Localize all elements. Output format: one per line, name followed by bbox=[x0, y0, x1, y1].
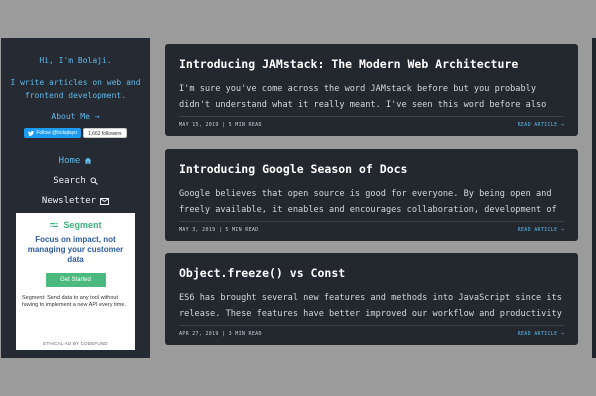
article-card[interactable]: Object.freeze() vs Const ES6 has brought… bbox=[165, 253, 578, 345]
divider bbox=[179, 325, 564, 326]
divider bbox=[179, 116, 564, 117]
home-icon bbox=[84, 157, 92, 164]
sidebar-nav: Home Search Newsletter bbox=[1, 151, 150, 211]
segment-logo-icon bbox=[50, 222, 59, 228]
about-me-link[interactable]: About Me → bbox=[1, 112, 150, 121]
read-article-link[interactable]: READ ARTICLE → bbox=[518, 227, 564, 233]
bio: I write articles on web and frontend dev… bbox=[10, 78, 141, 100]
divider bbox=[179, 221, 564, 222]
twitter-icon bbox=[28, 130, 35, 136]
nav-label-home: Home bbox=[58, 155, 81, 166]
article-date-readtime: MAY 3, 2019 | 5 MIN READ bbox=[179, 227, 259, 233]
article-excerpt: Google believes that open source is good… bbox=[179, 189, 557, 215]
article-date-readtime: MAY 15, 2019 | 5 MIN READ bbox=[179, 122, 262, 128]
ad-headline: Focus on impact, not managing your custo… bbox=[27, 235, 124, 264]
segment-logo: Segment bbox=[22, 220, 129, 230]
ad-body: Segment: Send data to any tool without h… bbox=[22, 295, 126, 308]
article-date-readtime: APR 27, 2019 | 3 MIN READ bbox=[179, 331, 262, 337]
article-title[interactable]: Introducing JAMstack: The Modern Web Arc… bbox=[179, 57, 564, 71]
intro: Hi, I'm Bolaji. I write articles on web … bbox=[1, 38, 150, 102]
sidebar: Hi, I'm Bolaji. I write articles on web … bbox=[1, 38, 150, 358]
article-excerpt: I'm sure you've come across the word JAM… bbox=[179, 84, 547, 110]
scrollbar[interactable] bbox=[592, 38, 596, 358]
nav-item-home[interactable]: Home bbox=[1, 151, 150, 171]
nav-item-newsletter[interactable]: Newsletter bbox=[1, 191, 150, 211]
article-read-time: 3 MIN READ bbox=[228, 331, 262, 337]
nav-label-search: Search bbox=[53, 175, 86, 186]
mail-icon bbox=[100, 197, 110, 205]
article-excerpt: ES6 has brought several new features and… bbox=[179, 293, 562, 319]
article-read-time: 5 MIN READ bbox=[228, 122, 262, 128]
article-meta: APR 27, 2019 | 3 MIN READ READ ARTICLE → bbox=[179, 331, 564, 337]
nav-item-search[interactable]: Search bbox=[1, 171, 150, 191]
read-article-link[interactable]: READ ARTICLE → bbox=[518, 331, 564, 337]
nav-label-newsletter: Newsletter bbox=[41, 195, 97, 206]
article-meta: MAY 3, 2019 | 5 MIN READ READ ARTICLE → bbox=[179, 227, 564, 233]
article-card[interactable]: Introducing JAMstack: The Modern Web Arc… bbox=[165, 44, 578, 136]
article-title[interactable]: Introducing Google Season of Docs bbox=[179, 162, 564, 176]
twitter-follow: Follow @bolajiayo 1,662 followers bbox=[1, 128, 150, 138]
twitter-follow-button[interactable]: Follow @bolajiayo bbox=[24, 128, 81, 138]
article-date: MAY 15, 2019 bbox=[179, 122, 219, 128]
read-article-link[interactable]: READ ARTICLE → bbox=[518, 122, 564, 128]
article-date: APR 27, 2019 bbox=[179, 331, 219, 337]
greeting: Hi, I'm Bolaji. bbox=[39, 56, 112, 65]
article-read-time: 5 MIN READ bbox=[225, 227, 259, 233]
sponsored-ad[interactable]: Segment Focus on impact, not managing yo… bbox=[16, 213, 135, 350]
search-icon bbox=[90, 177, 98, 185]
twitter-follow-label: Follow @bolajiayo bbox=[36, 130, 77, 136]
follower-count[interactable]: 1,662 followers bbox=[83, 128, 127, 138]
ad-brand: Segment bbox=[63, 220, 102, 230]
ad-get-started-button[interactable]: Get Started bbox=[45, 273, 106, 287]
article-date: MAY 3, 2019 bbox=[179, 227, 216, 233]
ad-footer[interactable]: ETHICAL AD BY CODEFUND bbox=[16, 341, 135, 346]
article-title[interactable]: Object.freeze() vs Const bbox=[179, 266, 564, 280]
article-card[interactable]: Introducing Google Season of Docs Google… bbox=[165, 149, 578, 241]
article-meta: MAY 15, 2019 | 5 MIN READ READ ARTICLE → bbox=[179, 122, 564, 128]
